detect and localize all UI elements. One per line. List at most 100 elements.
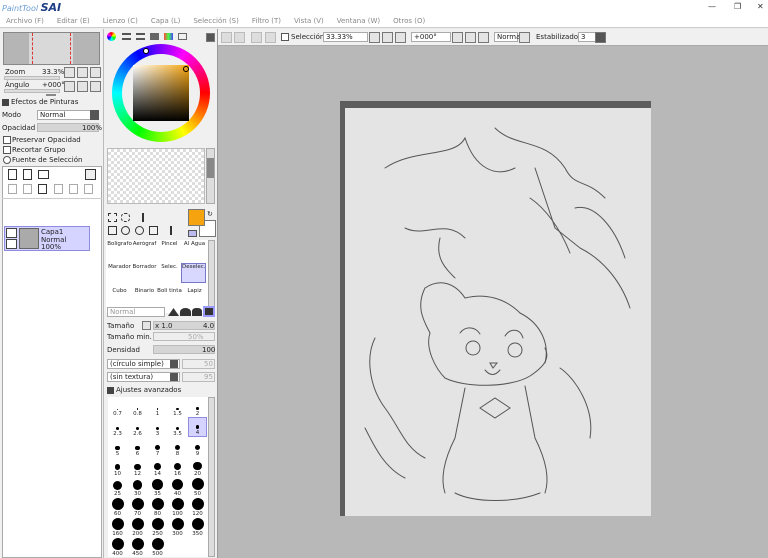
brush-size-preset[interactable]: 6	[128, 437, 147, 457]
brush-shape-round-icon[interactable]	[180, 308, 191, 316]
panel-menu-icon[interactable]	[206, 33, 215, 42]
brush-size-preset[interactable]: 20	[188, 457, 207, 477]
brush-size-preset[interactable]: 30	[128, 477, 147, 497]
expand-icon[interactable]	[107, 387, 114, 394]
eye-icon[interactable]	[6, 228, 17, 238]
duplicate-icon[interactable]	[69, 184, 78, 194]
transfer-icon[interactable]	[8, 184, 17, 194]
close-button[interactable]: ✕	[757, 2, 764, 11]
gradient-tab-icon[interactable]	[150, 33, 159, 40]
zoom-select[interactable]: 33.33%	[323, 32, 368, 42]
rotate-left-icon[interactable]	[452, 32, 463, 43]
delete-layer-icon[interactable]	[84, 184, 93, 194]
eyedropper-icon[interactable]	[163, 226, 172, 235]
selection-checkbox[interactable]	[281, 33, 289, 41]
menu-ventana[interactable]: Ventana (W)	[337, 15, 380, 27]
brush-size-preset[interactable]: 14	[148, 457, 167, 477]
size-lock-icon[interactable]	[142, 321, 151, 330]
menu-otros[interactable]: Otros (O)	[393, 15, 425, 27]
merge-icon[interactable]	[23, 184, 32, 194]
new-vector-layer-icon[interactable]	[23, 169, 32, 180]
min-size-slider[interactable]	[153, 332, 215, 341]
tool-marcador[interactable]: Marador	[107, 264, 132, 284]
brush-size-preset[interactable]: 400	[108, 537, 127, 557]
stabilizer-select[interactable]: 3	[578, 32, 596, 42]
tool-boli-tinta[interactable]: Boli tinta	[157, 288, 182, 308]
tool-borrador[interactable]: Borrador	[132, 264, 157, 284]
brush-size-preset[interactable]: 16	[168, 457, 187, 477]
zoom-tool-icon[interactable]	[121, 226, 130, 235]
brush-size-preset[interactable]: 3.5	[168, 417, 187, 437]
brush-size-preset[interactable]: 60	[108, 497, 127, 517]
tool-boligrafo[interactable]: Bolígrafo	[107, 241, 132, 261]
brush-size-preset[interactable]: 3	[148, 417, 167, 437]
brush-size-preset[interactable]: 300	[168, 517, 187, 537]
brush-blend-select[interactable]: Normal	[107, 307, 165, 317]
menu-archivo[interactable]: Archivo (F)	[6, 15, 44, 27]
brush-size-preset[interactable]: 80	[148, 497, 167, 517]
brush-size-preset[interactable]: 500	[148, 537, 167, 557]
move-icon[interactable]	[108, 226, 117, 235]
undo-icon[interactable]	[221, 32, 232, 43]
tool-selec[interactable]: Selec.	[157, 264, 182, 284]
swatches-tab-icon[interactable]	[164, 33, 173, 40]
hand-icon[interactable]	[149, 226, 158, 235]
deselect-icon[interactable]	[251, 32, 262, 43]
angle-select[interactable]: +000°	[411, 32, 451, 42]
chevron-down-icon[interactable]	[170, 360, 178, 368]
brush-shape-square-icon[interactable]	[203, 306, 215, 317]
clear-layer-icon[interactable]	[38, 184, 47, 194]
maximize-button[interactable]: ❐	[734, 2, 741, 11]
layer-row[interactable]: Capa1 Normal 100%	[4, 226, 90, 251]
brush-size-preset[interactable]: 8	[168, 437, 187, 457]
transparent-color-icon[interactable]	[188, 230, 197, 237]
magic-wand-icon[interactable]	[135, 213, 144, 222]
swap-colors-icon[interactable]: ↻	[207, 210, 213, 218]
angle-slider[interactable]	[4, 89, 60, 93]
brush-size-preset[interactable]: 35	[148, 477, 167, 497]
expand-icon[interactable]	[2, 99, 9, 106]
menu-capa[interactable]: Capa (L)	[151, 15, 181, 27]
zoom-in-icon[interactable]	[382, 32, 393, 43]
brush-size-preset[interactable]: 10	[108, 457, 127, 477]
primary-color-swatch[interactable]	[188, 209, 205, 226]
menu-filtro[interactable]: Filtro (T)	[252, 15, 281, 27]
tool-deselec[interactable]: Deselec.	[181, 263, 206, 283]
redo-icon[interactable]	[234, 32, 245, 43]
zoom-out-icon[interactable]	[369, 32, 380, 43]
menu-vista[interactable]: Vista (V)	[294, 15, 324, 27]
color-wheel-tab-icon[interactable]	[107, 32, 116, 41]
rect-select-icon[interactable]	[108, 213, 117, 222]
brush-size-preset[interactable]: 160	[108, 517, 127, 537]
brush-size-preset[interactable]: 25	[108, 477, 127, 497]
panel-splitter[interactable]	[46, 94, 56, 96]
lasso-icon[interactable]	[121, 213, 130, 222]
zoom-fit-icon[interactable]	[90, 67, 101, 78]
saturation-value-square[interactable]	[133, 65, 189, 121]
clip-group-checkbox[interactable]	[3, 146, 11, 154]
zoom-in-icon[interactable]	[77, 67, 88, 78]
trash-icon[interactable]	[54, 184, 63, 194]
zoom-reset-icon[interactable]	[395, 32, 406, 43]
selection-source-checkbox[interactable]	[3, 156, 11, 164]
zoom-out-icon[interactable]	[64, 67, 75, 78]
brush-size-preset[interactable]: 250	[148, 517, 167, 537]
brush-lock-icon[interactable]	[6, 239, 17, 249]
brush-size-preset[interactable]: 4	[188, 417, 207, 437]
navigator-preview[interactable]	[3, 32, 100, 65]
hsv-slider-tab-icon[interactable]	[136, 33, 145, 40]
brush-size-preset[interactable]: 1.5	[168, 397, 187, 417]
menu-lienzo[interactable]: Lienzo (C)	[103, 15, 138, 27]
new-folder-icon[interactable]	[38, 170, 49, 179]
brush-shape-flat-icon[interactable]	[192, 308, 202, 316]
scratchpad-tab-icon[interactable]	[178, 33, 187, 40]
rotate-reset-icon[interactable]	[478, 32, 489, 43]
brush-size-preset[interactable]: 1	[148, 397, 167, 417]
rgb-slider-tab-icon[interactable]	[122, 33, 131, 40]
brush-size-preset[interactable]: 450	[128, 537, 147, 557]
brush-size-preset[interactable]: 50	[188, 477, 207, 497]
layer-mask-icon[interactable]	[85, 169, 96, 180]
rotate-right-icon[interactable]	[465, 32, 476, 43]
brush-size-preset[interactable]: 0.8	[128, 397, 147, 417]
brush-size-preset[interactable]: 350	[188, 517, 207, 537]
